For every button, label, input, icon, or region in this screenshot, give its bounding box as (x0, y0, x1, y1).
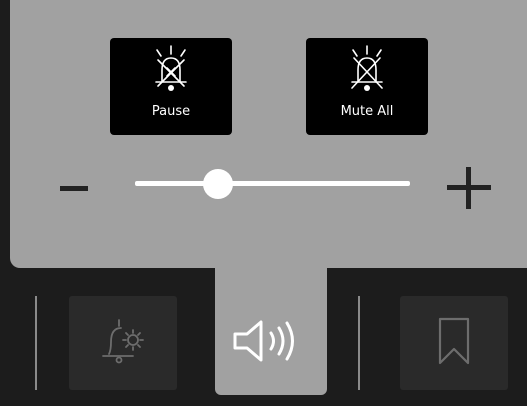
nav-bookmark-button[interactable] (400, 296, 508, 390)
pause-button[interactable]: Pause (110, 38, 232, 135)
mute-all-button[interactable]: Mute All (306, 38, 428, 135)
volume-up-icon[interactable] (447, 167, 491, 209)
volume-slider-track (135, 181, 410, 186)
volume-slider-thumb[interactable] (202, 169, 233, 199)
volume-panel (10, 0, 527, 268)
nav-divider (35, 296, 37, 390)
volume-popup-screen: Pause Mute All (0, 0, 527, 406)
bell-gear-icon (97, 316, 149, 370)
bell-pause-icon (110, 44, 232, 96)
volume-down-icon[interactable] (60, 186, 88, 191)
volume-slider[interactable] (135, 165, 410, 201)
speaker-icon (231, 316, 311, 370)
nav-divider (358, 296, 360, 390)
nav-alarm-settings-button[interactable] (69, 296, 177, 390)
pause-label: Pause (151, 104, 191, 119)
nav-sound-button[interactable] (215, 296, 327, 390)
mute-all-label: Mute All (340, 104, 394, 119)
bell-mute-icon (306, 44, 428, 96)
bookmark-icon (434, 315, 474, 371)
